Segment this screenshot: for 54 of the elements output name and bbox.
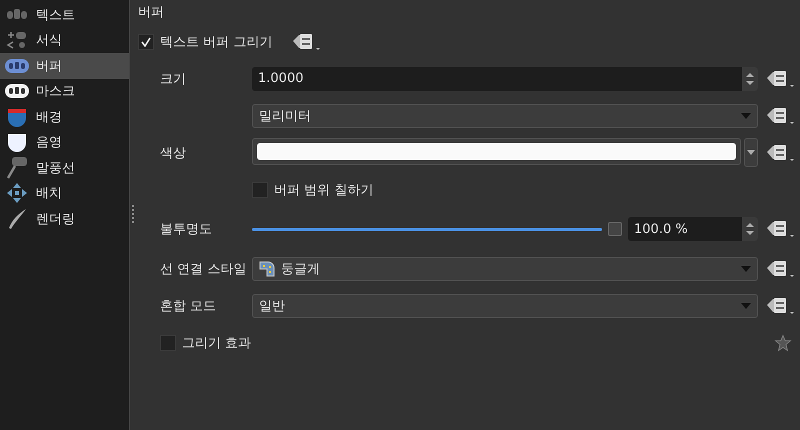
checkmark-icon bbox=[141, 37, 151, 47]
sidebar-item[interactable]: 버퍼 bbox=[0, 53, 129, 78]
checkbox[interactable] bbox=[160, 334, 176, 350]
field-label: 크기 bbox=[160, 70, 187, 88]
checkbox[interactable] bbox=[138, 34, 154, 50]
field-label: 불투명도 bbox=[160, 221, 213, 238]
data-defined-override-button[interactable] bbox=[766, 258, 796, 278]
data-defined-override-button[interactable] bbox=[766, 106, 796, 126]
join-style-dropdown[interactable]: 둥글게 bbox=[252, 256, 758, 280]
sidebar-item[interactable]: 배치 bbox=[0, 180, 129, 206]
checkbox-label: 버퍼 범위 칠하기 bbox=[274, 182, 374, 198]
round-join-icon bbox=[259, 260, 275, 276]
sidebar-item[interactable]: 텍스트 bbox=[0, 2, 129, 28]
checkbox-label: 그리기 효과 bbox=[182, 334, 252, 352]
data-defined-override-button[interactable] bbox=[766, 296, 796, 316]
color-button[interactable] bbox=[252, 138, 741, 165]
mask-icon bbox=[5, 83, 29, 100]
data-defined-override-button[interactable] bbox=[292, 32, 322, 52]
checkbox-label: 텍스트 버퍼 그리기 bbox=[160, 34, 272, 51]
splitter-handle[interactable] bbox=[132, 205, 134, 225]
sidebar-item[interactable]: 마스크 bbox=[0, 78, 129, 104]
dropdown-arrow-icon bbox=[747, 150, 755, 155]
data-defined-override-button[interactable] bbox=[766, 219, 796, 239]
callout-icon bbox=[6, 156, 28, 180]
sidebar-item[interactable]: 렌더링 bbox=[0, 206, 129, 232]
data-defined-override-button[interactable] bbox=[766, 142, 796, 162]
formatting-icon bbox=[6, 30, 28, 50]
shield-icon bbox=[6, 131, 28, 154]
field-label: 혼합 모드 bbox=[160, 298, 218, 314]
field-label: 색상 bbox=[160, 144, 187, 162]
blend-mode-dropdown[interactable]: 일반 bbox=[252, 294, 758, 318]
dropdown-arrow-icon bbox=[741, 112, 751, 118]
sidebar-item[interactable]: 배경 bbox=[0, 104, 129, 130]
dropdown-arrow-icon bbox=[741, 266, 751, 272]
field-label: 선 연결 스타일 bbox=[160, 260, 248, 278]
slider-handle[interactable] bbox=[608, 222, 622, 236]
checkbox[interactable] bbox=[252, 182, 268, 198]
buffer-icon bbox=[5, 58, 29, 74]
spin-buttons[interactable] bbox=[742, 66, 758, 90]
opacity-slider[interactable] bbox=[252, 228, 602, 230]
brush-icon bbox=[6, 208, 28, 230]
data-defined-override-button[interactable] bbox=[766, 68, 796, 88]
size-field[interactable]: 1.0000 bbox=[252, 66, 758, 90]
sidebar-item[interactable]: 말풍선 bbox=[0, 155, 129, 180]
sidebar-item[interactable]: 음영 bbox=[0, 130, 129, 155]
unit-dropdown[interactable]: 밀리미터 bbox=[252, 104, 758, 128]
move-arrows-icon bbox=[6, 182, 28, 204]
dropdown-arrow-icon bbox=[741, 302, 751, 308]
spin-buttons[interactable] bbox=[742, 217, 758, 241]
section-title: 버퍼 bbox=[138, 4, 164, 21]
opacity-field[interactable]: 100.0 % bbox=[628, 217, 758, 241]
text-style-icon bbox=[6, 8, 28, 22]
color-menu-button[interactable] bbox=[744, 138, 758, 167]
sidebar-item[interactable]: 서식 bbox=[0, 28, 129, 53]
